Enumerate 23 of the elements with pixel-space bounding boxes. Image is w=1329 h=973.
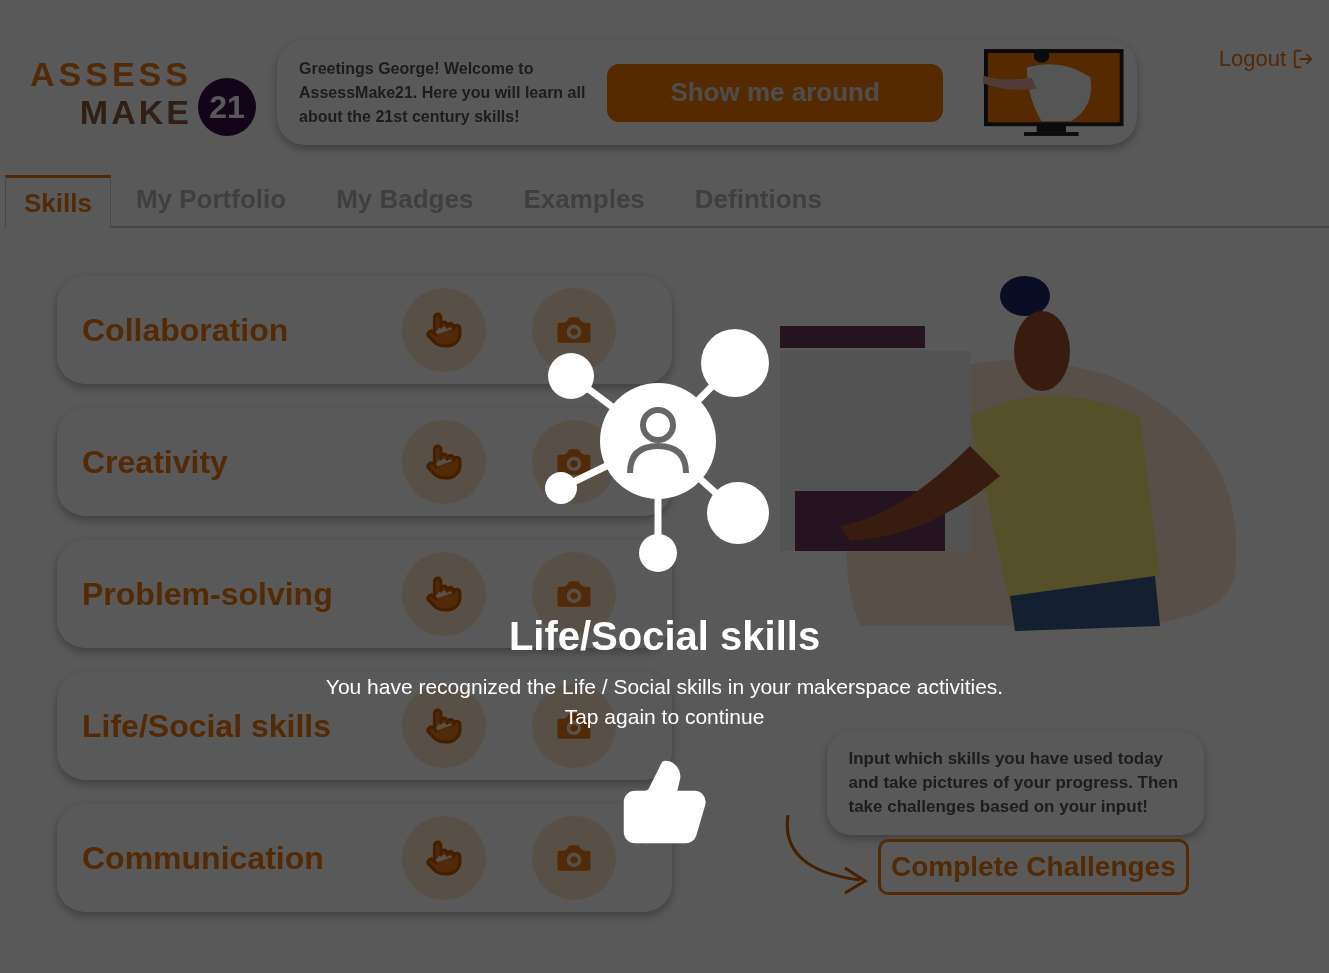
overlay-title: Life/Social skills [508, 616, 821, 656]
pointing-hand-icon [425, 575, 463, 613]
greeting-text: Greetings George! Welcome to AssessMake21. Here you will learn all about the 21st century skills! [299, 58, 587, 127]
tour-button[interactable]: Show me around [606, 63, 944, 122]
logout-link[interactable]: Logout [1218, 42, 1286, 75]
logout-icon [1292, 47, 1314, 70]
tab[interactable]: Skills [5, 175, 111, 228]
logo-text: MAKE [79, 95, 192, 129]
overlay-hint: Tap again to continue [564, 704, 765, 730]
info-bubble: Input which skills you have used today and take pictures of your progress. Then take challenges based on your input! [826, 731, 1204, 835]
skill-name: Problem-solving [82, 575, 334, 614]
pointing-hand-icon [425, 443, 463, 481]
complete-challenges-button[interactable]: Complete Challenges [878, 839, 1189, 895]
skill-name: Collaboration [82, 311, 290, 350]
skill-name: Creativity [82, 443, 229, 482]
skill-name: Communication [82, 839, 325, 878]
logo-text: ASSESS [30, 57, 192, 91]
pointing-hand-icon [425, 839, 463, 877]
overlay-message: You have recognized the Life / Social skills in your makerspace activities. [325, 674, 1004, 700]
logo-badge: 21 [197, 78, 256, 136]
skill-name: Life/Social skills [82, 707, 332, 746]
pointing-hand-icon [425, 311, 463, 349]
pointing-hand-icon [425, 707, 463, 745]
